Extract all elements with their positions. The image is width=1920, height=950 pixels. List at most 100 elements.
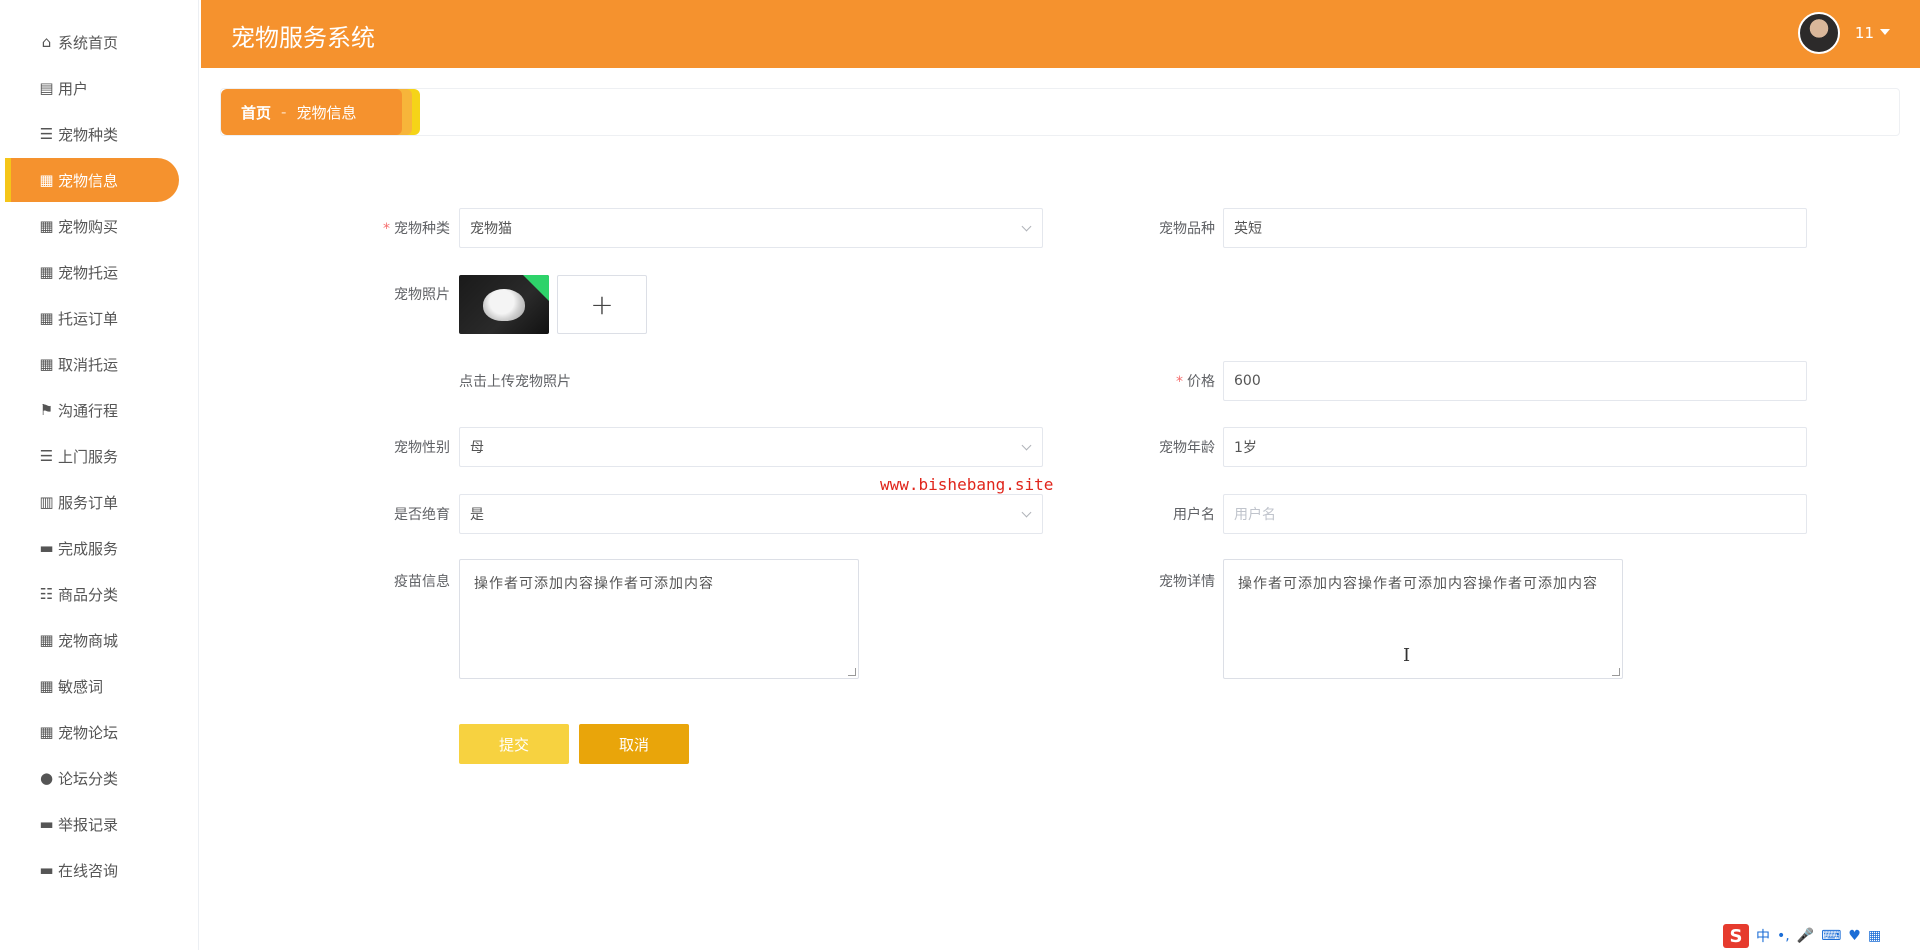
sidebar-item-label: 宠物种类 bbox=[58, 125, 119, 144]
ime-tray: S 中 •, 🎤 ⌨ ♥ ▦ bbox=[1715, 922, 1920, 950]
skin-icon[interactable]: ♥ bbox=[1848, 928, 1861, 944]
toolbox-icon[interactable]: ▦ bbox=[1868, 928, 1881, 944]
breadcrumb-bar: 首页 - 宠物信息 bbox=[220, 88, 1900, 136]
sidebar-item-icon: ▥ bbox=[39, 493, 54, 511]
chevron-down-icon bbox=[1021, 507, 1032, 518]
username-label: 用户名 bbox=[1173, 507, 1215, 523]
user-name[interactable]: 11 bbox=[1855, 24, 1874, 42]
sidebar-item-icon: ▦ bbox=[39, 355, 54, 373]
username-placeholder: 用户名 bbox=[1234, 507, 1276, 523]
pet-age-input[interactable]: 1岁 bbox=[1223, 427, 1807, 467]
vaccine-label: 疫苗信息 bbox=[394, 574, 450, 590]
sidebar-item-18[interactable]: ▬ 在线咨询 bbox=[5, 848, 179, 892]
sidebar-item-3[interactable]: ▦ 宠物信息 bbox=[5, 158, 179, 202]
sidebar-item-10[interactable]: ▥ 服务订单 bbox=[5, 480, 179, 524]
sidebar-item-11[interactable]: ▬ 完成服务 bbox=[5, 526, 179, 570]
sidebar-item-9[interactable]: ☰ 上门服务 bbox=[5, 434, 179, 478]
pet-breed-input[interactable]: 英短 bbox=[1223, 208, 1807, 248]
breadcrumb-home[interactable]: 首页 bbox=[241, 102, 271, 123]
keyboard-icon[interactable]: ⌨ bbox=[1821, 928, 1841, 944]
sidebar-item-1[interactable]: ▤ 用户 bbox=[5, 66, 179, 110]
pet-gender-select[interactable]: 母 bbox=[459, 427, 1043, 467]
sidebar-item-icon: ▦ bbox=[39, 217, 54, 235]
sidebar-item-label: 商品分类 bbox=[58, 585, 119, 604]
pet-type-select[interactable]: 宠物猫 bbox=[459, 208, 1043, 248]
breadcrumb-separator: - bbox=[281, 103, 287, 121]
breadcrumb-current: 宠物信息 bbox=[296, 103, 357, 122]
sidebar-item-icon: ⌂ bbox=[41, 33, 52, 51]
plus-icon: + bbox=[590, 288, 614, 321]
breadcrumb: 首页 - 宠物信息 bbox=[221, 89, 402, 135]
sidebar-item-label: 托运订单 bbox=[58, 309, 119, 328]
sidebar-item-4[interactable]: ▦ 宠物购买 bbox=[5, 204, 179, 248]
upload-button[interactable]: + bbox=[557, 275, 647, 334]
chevron-down-icon bbox=[1021, 221, 1032, 232]
app-title: 宠物服务系统 bbox=[231, 24, 375, 52]
pet-breed-value: 英短 bbox=[1234, 221, 1262, 237]
sidebar-item-icon: ☷ bbox=[39, 585, 54, 603]
sogou-logo-icon[interactable]: S bbox=[1723, 924, 1749, 948]
sidebar-item-icon: ☰ bbox=[39, 125, 54, 143]
sidebar-item-icon: ▬ bbox=[39, 861, 54, 879]
sidebar-item-icon: ▦ bbox=[39, 723, 54, 741]
sidebar-item-label: 宠物购买 bbox=[58, 217, 119, 236]
sterilized-select[interactable]: 是 bbox=[459, 494, 1043, 534]
sidebar-item-icon: ● bbox=[39, 769, 54, 787]
upload-success-corner bbox=[523, 275, 549, 301]
details-text: 操作者可添加内容操作者可添加内容操作者可添加内容 bbox=[1238, 576, 1598, 592]
sidebar-item-label: 系统首页 bbox=[58, 33, 119, 52]
sidebar-item-label: 宠物论坛 bbox=[58, 723, 119, 742]
sidebar-item-5[interactable]: ▦ 宠物托运 bbox=[5, 250, 179, 294]
submit-button[interactable]: 提交 bbox=[459, 724, 569, 764]
sidebar-item-icon: ▦ bbox=[39, 263, 54, 281]
price-input[interactable]: 600 bbox=[1223, 361, 1807, 401]
chevron-down-icon[interactable] bbox=[1880, 29, 1890, 35]
sidebar-item-15[interactable]: ▦ 宠物论坛 bbox=[5, 710, 179, 754]
sidebar-item-13[interactable]: ▦ 宠物商城 bbox=[5, 618, 179, 662]
pet-age-value: 1岁 bbox=[1234, 440, 1257, 456]
sidebar-item-label: 服务订单 bbox=[58, 493, 119, 512]
pet-type-label: * 宠物种类 bbox=[383, 221, 450, 237]
sidebar-item-12[interactable]: ☷ 商品分类 bbox=[5, 572, 179, 616]
cancel-button[interactable]: 取消 bbox=[579, 724, 689, 764]
sidebar-item-label: 举报记录 bbox=[58, 815, 119, 834]
ime-language-toggle[interactable]: 中 bbox=[1756, 926, 1770, 946]
details-textarea[interactable]: 操作者可添加内容操作者可添加内容操作者可添加内容 bbox=[1223, 559, 1623, 679]
user-avatar[interactable] bbox=[1798, 12, 1840, 54]
price-value: 600 bbox=[1234, 373, 1261, 389]
sidebar-item-label: 宠物商城 bbox=[58, 631, 119, 650]
sidebar-item-16[interactable]: ● 论坛分类 bbox=[5, 756, 179, 800]
sidebar-item-7[interactable]: ▦ 取消托运 bbox=[5, 342, 179, 386]
username-input[interactable]: 用户名 bbox=[1223, 494, 1807, 534]
details-label: 宠物详情 bbox=[1159, 574, 1215, 590]
sterilized-label: 是否绝育 bbox=[394, 507, 450, 523]
price-label: * 价格 bbox=[1176, 374, 1215, 390]
sidebar-item-6[interactable]: ▦ 托运订单 bbox=[5, 296, 179, 340]
punctuation-icon[interactable]: •, bbox=[1777, 928, 1790, 944]
sidebar-item-label: 完成服务 bbox=[58, 539, 119, 558]
sidebar-item-14[interactable]: ▦ 敏感词 bbox=[5, 664, 179, 708]
sidebar-item-icon: ▬ bbox=[39, 539, 54, 557]
sidebar-item-icon: ☰ bbox=[39, 447, 54, 465]
sidebar-item-icon: ⚑ bbox=[39, 401, 54, 419]
top-header: 宠物服务系统 11 bbox=[201, 0, 1920, 68]
sidebar-item-2[interactable]: ☰ 宠物种类 bbox=[5, 112, 179, 156]
chevron-down-icon bbox=[1021, 440, 1032, 451]
vaccine-textarea[interactable]: 操作者可添加内容操作者可添加内容 bbox=[459, 559, 859, 679]
sidebar-item-17[interactable]: ▬ 举报记录 bbox=[5, 802, 179, 846]
sidebar-item-label: 上门服务 bbox=[58, 447, 119, 466]
sidebar-item-icon: ▦ bbox=[39, 631, 54, 649]
sidebar-item-icon: ▦ bbox=[39, 171, 54, 189]
sidebar-item-label: 宠物托运 bbox=[58, 263, 119, 282]
sidebar-item-label: 论坛分类 bbox=[58, 769, 119, 788]
sidebar: ⌂ 系统首页 ▤ 用户 ☰ 宠物种类 ▦ 宠物信息 ▦ 宠物购买 ▦ 宠物托运 ▦ 托运订单 ▦ 取消托运 ⚑ 沟… bbox=[0, 0, 199, 950]
sidebar-item-icon: ▤ bbox=[39, 79, 54, 97]
photo-upload-hint: 点击上传宠物照片 bbox=[459, 374, 571, 390]
watermark: www.bishebang.site bbox=[880, 475, 1054, 494]
pet-breed-label: 宠物品种 bbox=[1159, 221, 1215, 237]
sidebar-item-0[interactable]: ⌂ 系统首页 bbox=[5, 20, 179, 64]
microphone-icon[interactable]: 🎤 bbox=[1797, 928, 1814, 944]
sidebar-item-icon: ▦ bbox=[39, 677, 54, 695]
sidebar-item-8[interactable]: ⚑ 沟通行程 bbox=[5, 388, 179, 432]
pet-photo-thumbnail[interactable] bbox=[459, 275, 549, 334]
